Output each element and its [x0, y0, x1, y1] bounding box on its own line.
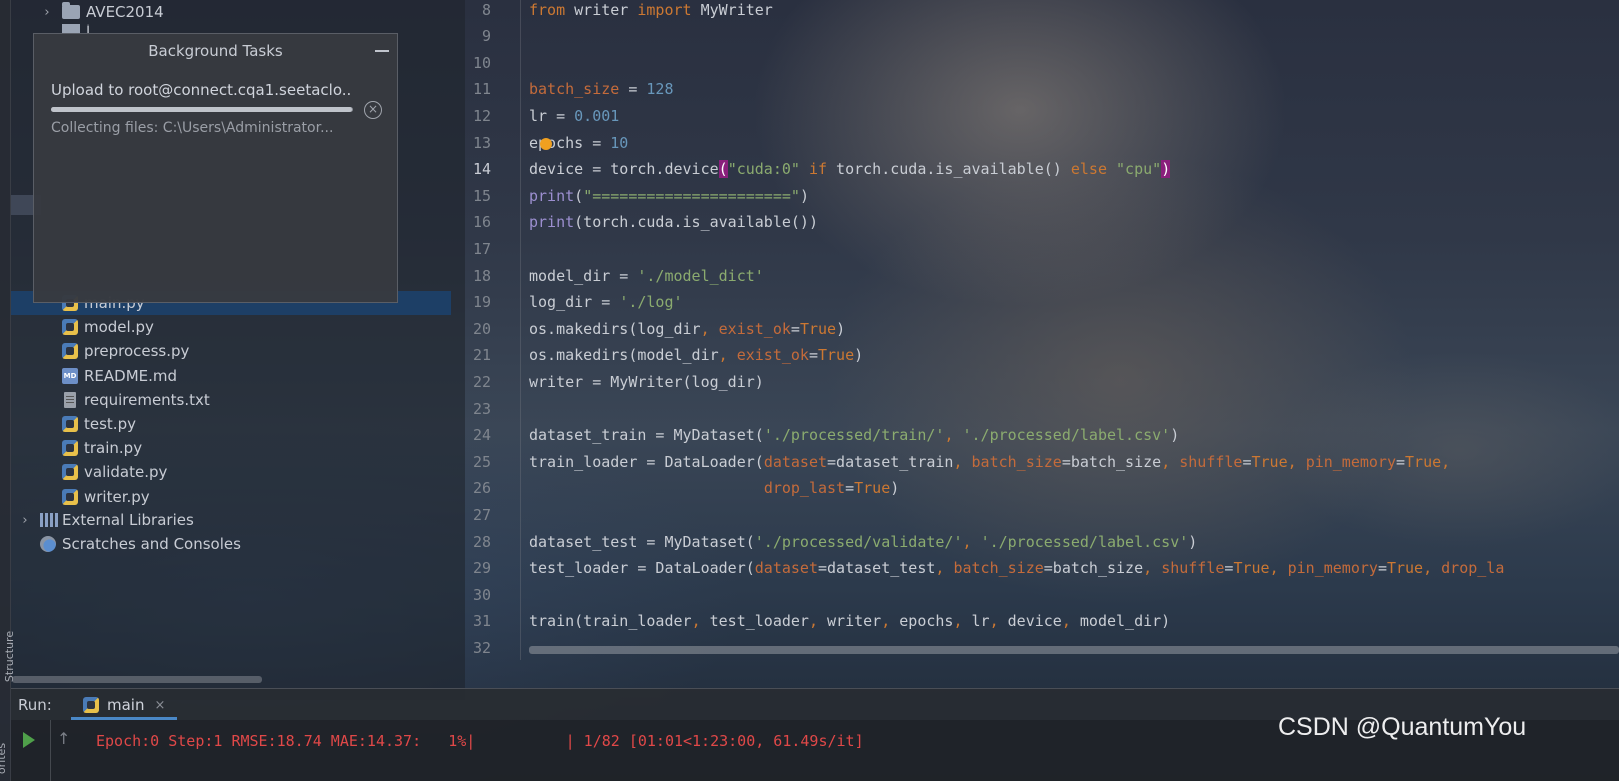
- line-number: 31: [472, 612, 491, 631]
- favorites-tab[interactable]: orites: [0, 743, 8, 774]
- code-text[interactable]: model_dir = './model_dict': [529, 267, 764, 285]
- code-text[interactable]: train_loader = DataLoader(dataset=datase…: [529, 453, 1450, 471]
- python-icon: [83, 697, 99, 713]
- code-text[interactable]: batch_size = 128: [529, 80, 674, 98]
- line-number: 10: [472, 53, 491, 72]
- code-text[interactable]: writer = MyWriter(log_dir): [529, 373, 764, 391]
- code-line[interactable]: 12 lr = 0.001: [0, 102, 1619, 129]
- code-text[interactable]: train(train_loader, test_loader, writer,…: [529, 612, 1170, 630]
- code-line[interactable]: 20 os.makedirs(log_dir, exist_ok=True): [0, 315, 1619, 342]
- line-number: 14: [472, 160, 491, 179]
- code-line[interactable]: 25 train_loader = DataLoader(dataset=data…: [0, 448, 1619, 475]
- code-text[interactable]: log_dir = './log': [529, 293, 683, 311]
- code-line[interactable]: 31 train(train_loader, test_loader, write…: [0, 608, 1619, 635]
- line-number: 13: [472, 133, 491, 152]
- code-line[interactable]: 21 os.makedirs(model_dir, exist_ok=True): [0, 342, 1619, 369]
- code-line[interactable]: 16 print(torch.cuda.is_available()): [0, 209, 1619, 236]
- code-text[interactable]: lr = 0.001: [529, 107, 619, 125]
- code-line[interactable]: 30: [0, 581, 1619, 608]
- brace-match: ): [1161, 160, 1171, 179]
- code-line[interactable]: 9: [0, 23, 1619, 50]
- code-line[interactable]: 29 test_loader = DataLoader(dataset=datas…: [0, 555, 1619, 582]
- close-tab-icon[interactable]: ×: [154, 698, 165, 713]
- console-output: Epoch:0 Step:1 RMSE:18.74 MAE:14.37: 1%|…: [96, 732, 864, 750]
- line-number: 18: [472, 266, 491, 285]
- watermark: CSDN @QuantumYou: [1278, 713, 1527, 741]
- code-text[interactable]: print(torch.cuda.is_available()): [529, 213, 818, 231]
- intention-bulb-icon[interactable]: [540, 138, 552, 150]
- line-number: 21: [472, 346, 491, 365]
- run-tab-label: main: [107, 696, 145, 714]
- run-label: Run:: [18, 696, 52, 714]
- code-text[interactable]: print("======================"): [529, 187, 809, 205]
- line-number: 12: [472, 106, 491, 125]
- console-toolbar: [11, 720, 51, 781]
- code-line[interactable]: 19 log_dir = './log': [0, 289, 1619, 316]
- code-line[interactable]: 11 batch_size = 128: [0, 76, 1619, 103]
- line-number: 16: [472, 213, 491, 232]
- editor-horizontal-scrollbar[interactable]: [529, 646, 1619, 654]
- line-number: 27: [472, 505, 491, 524]
- code-line[interactable]: 17: [0, 235, 1619, 262]
- code-text[interactable]: drop_last=True): [529, 479, 899, 497]
- line-number: 23: [472, 399, 491, 418]
- code-line[interactable]: 15 print("======================"): [0, 182, 1619, 209]
- line-number: 11: [472, 80, 491, 99]
- line-number: 32: [472, 638, 491, 657]
- code-line[interactable]: 18 model_dir = './model_dict': [0, 262, 1619, 289]
- code-line[interactable]: 22 writer = MyWriter(log_dir): [0, 368, 1619, 395]
- code-line[interactable]: 26 drop_last=True): [0, 475, 1619, 502]
- line-number: 15: [472, 186, 491, 205]
- line-number: 19: [472, 293, 491, 312]
- line-number: 9: [481, 27, 491, 46]
- line-number: 22: [472, 372, 491, 391]
- code-line[interactable]: 8 from writer import MyWriter: [0, 0, 1619, 23]
- line-number: 25: [472, 452, 491, 471]
- code-text[interactable]: dataset_test = MyDataset('./processed/va…: [529, 533, 1197, 551]
- scroll-up-icon[interactable]: ↑: [57, 731, 71, 747]
- line-number: 26: [472, 479, 491, 498]
- code-text[interactable]: os.makedirs(log_dir, exist_ok=True): [529, 320, 845, 338]
- line-number: 8: [481, 0, 491, 19]
- code-line[interactable]: 27: [0, 501, 1619, 528]
- code-line[interactable]: 24 dataset_train = MyDataset('./processed…: [0, 422, 1619, 449]
- code-text[interactable]: device = torch.device("cuda:0" if torch.…: [529, 160, 1171, 179]
- brace-match: (: [718, 160, 728, 179]
- code-text[interactable]: dataset_train = MyDataset('./processed/t…: [529, 426, 1179, 444]
- code-text[interactable]: test_loader = DataLoader(dataset=dataset…: [529, 559, 1504, 577]
- line-number: 20: [472, 319, 491, 338]
- line-number: 29: [472, 559, 491, 578]
- code-text[interactable]: from writer import MyWriter: [529, 1, 773, 19]
- code-line[interactable]: 14 device = torch.device("cuda:0" if torc…: [0, 156, 1619, 183]
- code-line[interactable]: 23: [0, 395, 1619, 422]
- rerun-icon[interactable]: [23, 732, 35, 748]
- line-number: 17: [472, 239, 491, 258]
- line-number: 28: [472, 532, 491, 551]
- line-number: 30: [472, 585, 491, 604]
- code-line[interactable]: 10: [0, 49, 1619, 76]
- code-line[interactable]: 13 epochs = 10: [0, 129, 1619, 156]
- code-text[interactable]: os.makedirs(model_dir, exist_ok=True): [529, 346, 863, 364]
- code-line[interactable]: 28 dataset_test = MyDataset('./processed/…: [0, 528, 1619, 555]
- line-number: 24: [472, 426, 491, 445]
- project-horizontal-scrollbar[interactable]: [12, 676, 262, 683]
